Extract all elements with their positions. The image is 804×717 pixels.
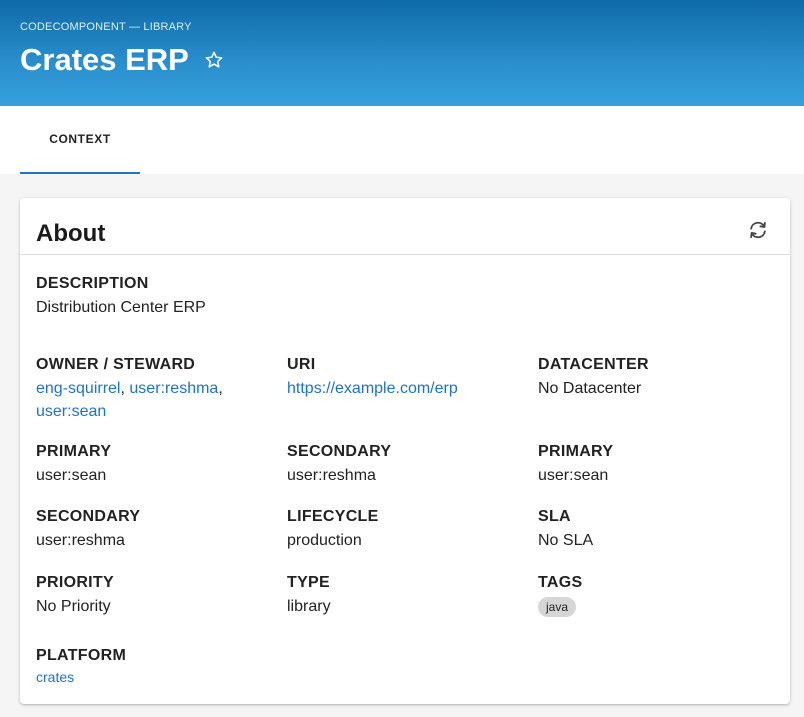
priority-value: No Priority xyxy=(36,598,111,615)
tags-field: TAGS java xyxy=(538,573,582,617)
owner-separator: , xyxy=(218,380,223,397)
tab-context[interactable]: CONTEXT xyxy=(20,106,140,174)
secondary-label: SECONDARY xyxy=(287,443,392,460)
title-row: Crates ERP xyxy=(20,42,225,78)
lifecycle-value: production xyxy=(287,532,362,549)
priority-label: PRIORITY xyxy=(36,574,114,591)
primary-value: user:sean xyxy=(538,467,609,484)
primary-field: PRIMARY user:sean xyxy=(538,442,613,487)
secondary-value: user:reshma xyxy=(287,467,376,484)
description-field: DESCRIPTION Distribution Center ERP xyxy=(36,274,206,319)
secondary-label: SECONDARY xyxy=(36,508,141,525)
about-card: About DESCRIPTION Distribution Center ER… xyxy=(20,198,790,704)
datacenter-value: No Datacenter xyxy=(538,380,642,397)
breadcrumb: CODECOMPONENT — LIBRARY xyxy=(20,21,192,33)
about-card-header: About xyxy=(20,198,790,255)
uri-label: URI xyxy=(287,356,316,373)
card-title: About xyxy=(36,220,106,247)
owner-link-user-reshma[interactable]: user:reshma xyxy=(129,380,218,397)
page-header: CODECOMPONENT — LIBRARY Crates ERP xyxy=(0,0,804,106)
secondary-value: user:reshma xyxy=(36,532,125,549)
lifecycle-field: LIFECYCLE production xyxy=(287,507,379,552)
primary-field: PRIMARY user:sean xyxy=(36,442,111,487)
primary-label: PRIMARY xyxy=(538,443,614,460)
platform-link[interactable]: crates xyxy=(36,668,126,686)
type-field: TYPE library xyxy=(287,573,331,618)
refresh-icon[interactable] xyxy=(747,219,769,241)
lifecycle-label: LIFECYCLE xyxy=(287,508,379,525)
sla-label: SLA xyxy=(538,508,571,525)
owner-label: OWNER / STEWARD xyxy=(36,356,196,373)
uri-field: URI https://example.com/erp xyxy=(287,355,458,400)
secondary-field: SECONDARY user:reshma xyxy=(36,507,140,552)
primary-value: user:sean xyxy=(36,467,107,484)
primary-label: PRIMARY xyxy=(36,443,112,460)
sla-field: SLA No SLA xyxy=(538,507,593,552)
tag-chip-java[interactable]: java xyxy=(538,597,577,617)
uri-link[interactable]: https://example.com/erp xyxy=(287,377,458,400)
description-label: DESCRIPTION xyxy=(36,275,149,292)
star-icon[interactable] xyxy=(203,49,225,71)
secondary-field: SECONDARY user:reshma xyxy=(287,442,391,487)
platform-field: PLATFORM crates xyxy=(36,646,126,686)
owner-field: OWNER / STEWARD eng-squirrel, user:reshm… xyxy=(36,355,256,423)
datacenter-label: DATACENTER xyxy=(538,356,649,373)
owner-link-user-sean[interactable]: user:sean xyxy=(36,403,106,420)
priority-field: PRIORITY No Priority xyxy=(36,573,114,618)
type-value: library xyxy=(287,598,331,615)
sla-value: No SLA xyxy=(538,532,594,549)
owner-link-eng-squirrel[interactable]: eng-squirrel xyxy=(36,380,120,397)
type-label: TYPE xyxy=(287,574,330,591)
owner-list: eng-squirrel, user:reshma, user:sean xyxy=(36,377,256,423)
owner-separator: , xyxy=(120,380,125,397)
page-title: Crates ERP xyxy=(20,42,189,77)
platform-label: PLATFORM xyxy=(36,647,127,664)
tab-bar: CONTEXT xyxy=(0,106,804,174)
tags-label: TAGS xyxy=(538,574,583,591)
datacenter-field: DATACENTER No Datacenter xyxy=(538,355,649,400)
description-value: Distribution Center ERP xyxy=(36,299,206,316)
